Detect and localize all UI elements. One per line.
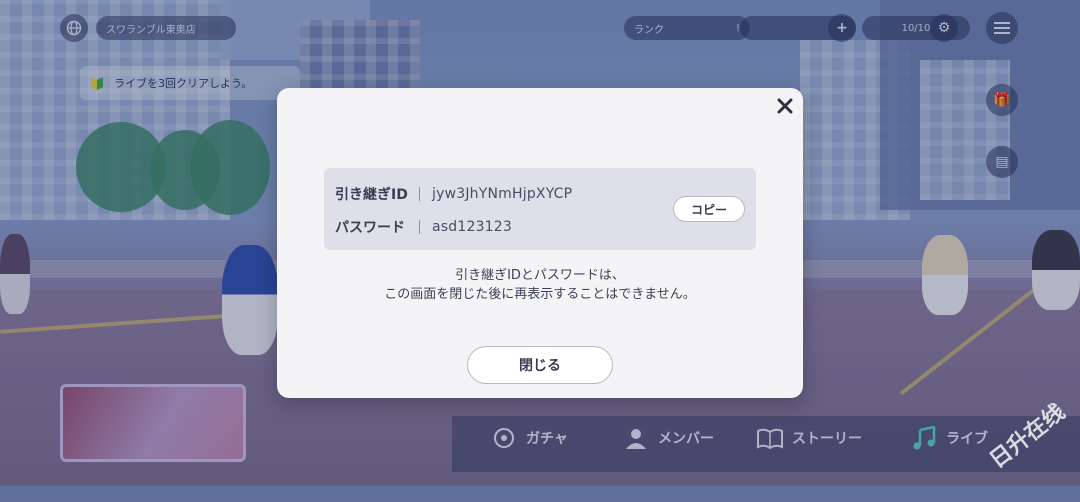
divider	[419, 187, 420, 201]
transfer-id-value: jyw3JhYNmHjpXYCP	[432, 186, 573, 202]
transfer-id-label: 引き継ぎID	[335, 187, 408, 203]
password-label: パスワード	[335, 220, 405, 236]
notice-line-2: この画面を閉じた後に再表示することはできません。	[384, 287, 696, 302]
close-icon[interactable]	[777, 98, 793, 114]
credentials-box: 引き継ぎID jyw3JhYNmHjpXYCP パスワード asd123123 …	[324, 168, 756, 250]
notice-line-1: 引き継ぎIDとパスワードは、	[455, 268, 625, 283]
password-value: asd123123	[432, 219, 513, 235]
close-button[interactable]: 閉じる	[467, 346, 613, 384]
transfer-code-dialog: 引き継ぎID jyw3JhYNmHjpXYCP パスワード asd123123 …	[277, 88, 803, 398]
copy-button[interactable]: コピー	[673, 196, 745, 222]
transfer-id-row: 引き継ぎID jyw3JhYNmHjpXYCP	[335, 184, 572, 204]
password-row: パスワード asd123123	[335, 217, 512, 237]
divider	[419, 220, 420, 234]
notice-text: 引き継ぎIDとパスワードは、 この画面を閉じた後に再表示することはできません。	[277, 266, 803, 304]
